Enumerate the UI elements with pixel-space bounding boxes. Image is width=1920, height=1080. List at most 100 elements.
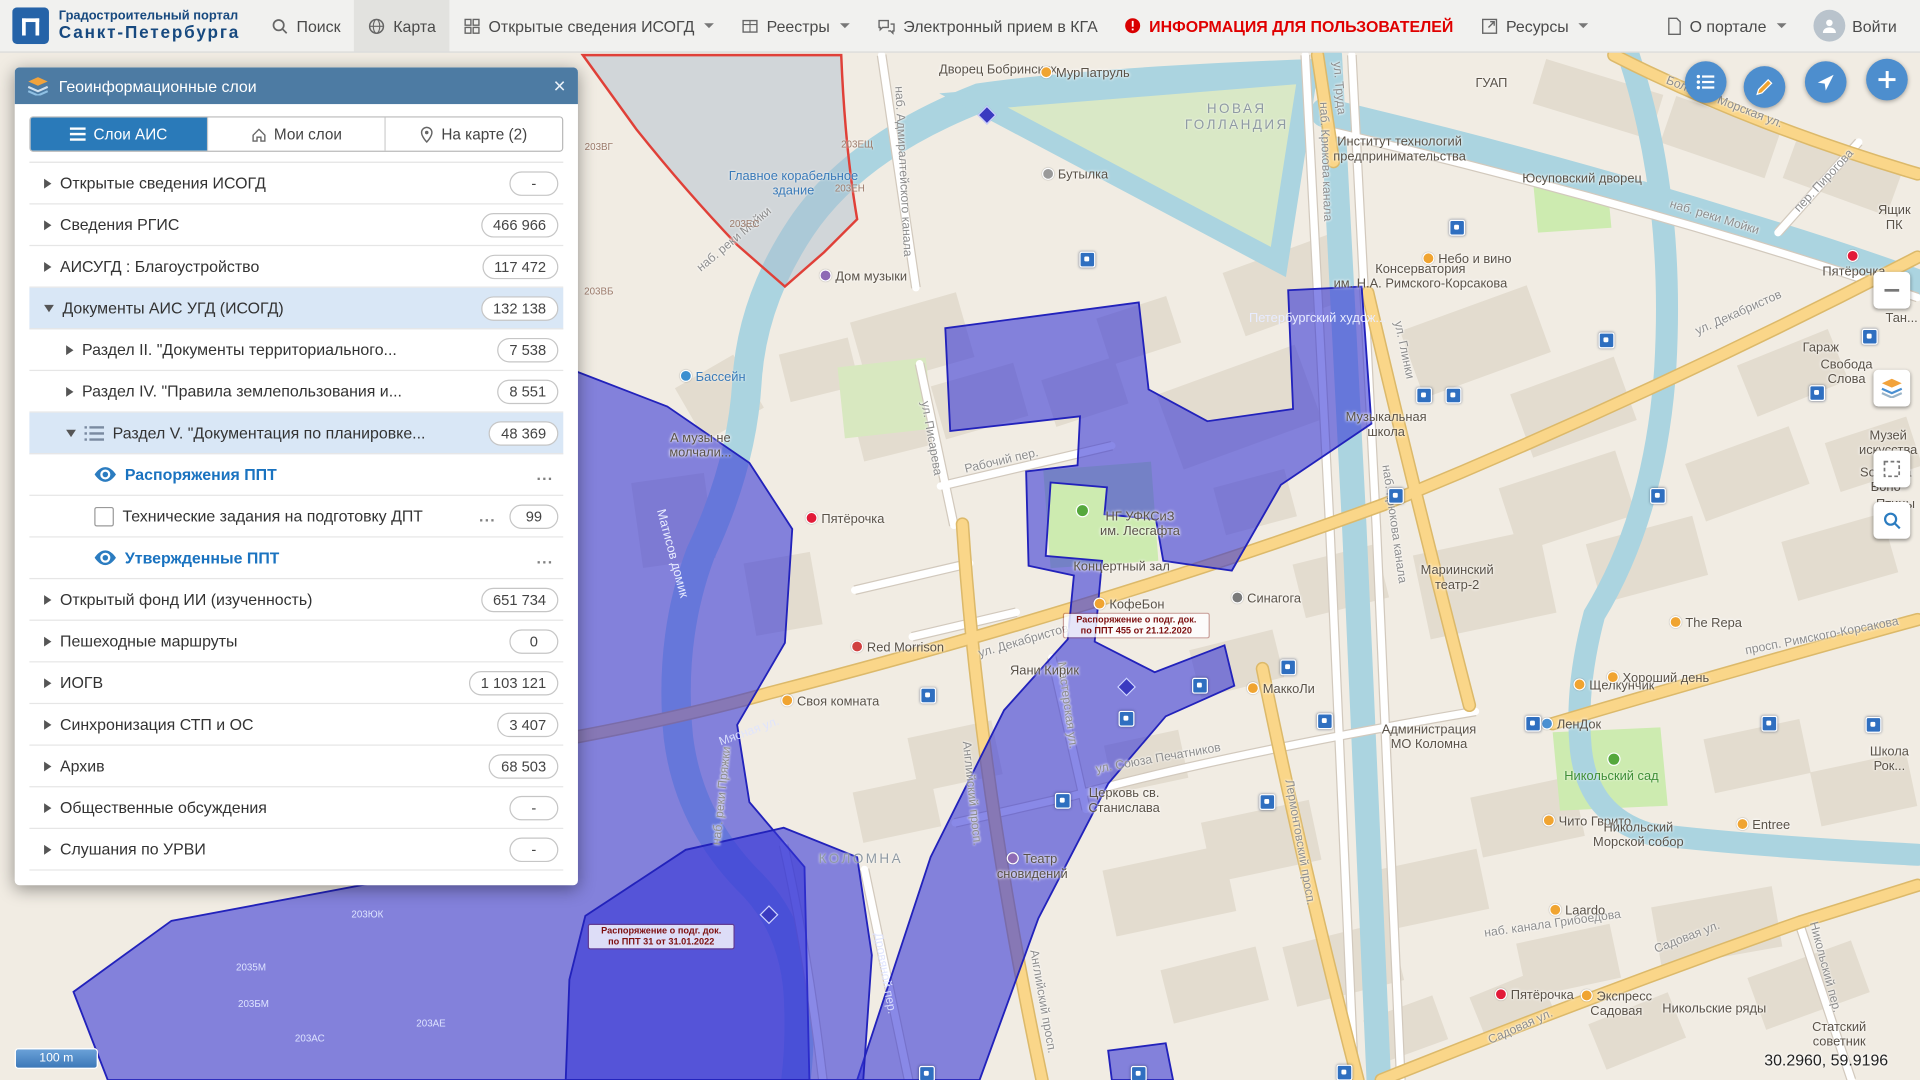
layer-row[interactable]: Общественные обсуждения- (29, 787, 563, 829)
layer-row[interactable]: Утвержденные ППТ... (29, 538, 563, 580)
nav-item-label: Поиск (296, 17, 340, 35)
layer-row[interactable]: Раздел II. "Документы территориального..… (29, 329, 563, 371)
expand-arrow-icon[interactable] (44, 844, 51, 854)
layer-count-badge: 117 472 (482, 254, 559, 278)
nav-item-resources[interactable]: Ресурсы (1467, 0, 1602, 51)
tab-ais-layers[interactable]: Слои АИС (31, 118, 209, 151)
expand-arrow-icon[interactable] (44, 678, 51, 688)
nav-item-search[interactable]: Поиск (257, 0, 354, 51)
layer-count-badge: - (509, 795, 558, 819)
nav-items: Поиск Карта Открытые сведения ИСОГД Реестры… (257, 0, 1601, 51)
alert-icon (1125, 17, 1142, 34)
locate-button[interactable] (1805, 61, 1847, 103)
layer-row[interactable]: Сведения РГИС466 966 (29, 204, 563, 246)
menu-icon (70, 127, 86, 140)
nav-item-userinfo[interactable]: ИНФОРМАЦИЯ ДЛЯ ПОЛЬЗОВАТЕЛЕЙ (1111, 0, 1467, 51)
add-button[interactable] (1866, 59, 1908, 101)
layer-row[interactable]: АИСУГД : Благоустройство 117 472 (29, 246, 563, 288)
layer-label: Архив (60, 757, 105, 775)
layer-label[interactable]: Утвержденные ППТ (125, 549, 280, 567)
layer-count-badge: 48 369 (489, 421, 558, 445)
doc-icon (1666, 17, 1682, 35)
layer-row[interactable]: Раздел IV. "Правила землепользования и..… (29, 371, 563, 413)
expand-arrow-icon[interactable] (44, 803, 51, 813)
layers-panel: Геоинформационные слои × Слои АИС Мои сл… (15, 67, 578, 885)
expand-arrow-icon[interactable] (44, 594, 51, 604)
layer-label: Документы АИС УГД (ИСОГД) (62, 299, 283, 317)
nav-item-registries[interactable]: Реестры (727, 0, 862, 51)
nav-item-label: Реестры (767, 17, 830, 35)
visibility-eye-icon[interactable] (94, 550, 116, 566)
nav-item-login[interactable]: Войти (1800, 0, 1911, 51)
layer-row[interactable]: Документы АИС УГД (ИСОГД)132 138 (29, 288, 563, 330)
expand-arrow-icon[interactable] (44, 261, 51, 271)
layer-row[interactable]: ИОГВ1 103 121 (29, 662, 563, 704)
expand-arrow-icon[interactable] (66, 345, 73, 355)
nav-item-label: Электронный прием в КГА (903, 17, 1097, 35)
search-icon (271, 17, 289, 35)
layer-row[interactable]: Слушания по УРВИ- (29, 829, 563, 871)
layer-row[interactable]: Раздел V. "Документация по планировке...… (29, 413, 563, 455)
layer-list-icon (84, 426, 104, 441)
layer-count-badge: 466 966 (481, 212, 559, 236)
layer-count-badge: 68 503 (489, 754, 558, 778)
nav-item-label: Войти (1852, 17, 1897, 35)
expand-arrow-icon[interactable] (66, 386, 73, 396)
map-cursor-coordinates: 30.2960, 59.9196 (1764, 1051, 1888, 1069)
nav-item-ereception[interactable]: Электронный прием в КГА (863, 0, 1111, 51)
zoom-out-button[interactable] (1873, 272, 1910, 309)
layer-label: Раздел IV. "Правила землепользования и..… (82, 382, 402, 400)
layer-rows: Открытые сведения ИСОГД-Сведения РГИС466… (29, 162, 563, 871)
layer-label: Раздел V. "Документация по планировке... (113, 424, 426, 442)
layer-label: Слушания по УРВИ (60, 840, 206, 858)
draw-button[interactable] (1744, 66, 1786, 108)
layer-label: АИСУГД : Благоустройство (60, 257, 259, 275)
ppt-zone-polygon[interactable] (1108, 1043, 1173, 1080)
tab-my-layers[interactable]: Мои слои (208, 118, 386, 151)
layer-label: Пешеходные маршруты (60, 632, 237, 650)
layer-row[interactable]: Распоряжения ППТ... (29, 454, 563, 496)
nav-item-label: ИНФОРМАЦИЯ ДЛЯ ПОЛЬЗОВАТЕЛЕЙ (1149, 17, 1453, 35)
layers-list-button[interactable] (1685, 61, 1727, 103)
tab-label: Мои слои (274, 126, 342, 143)
layer-row[interactable]: Открытый фонд ИИ (изученность)651 734 (29, 579, 563, 621)
layer-count-badge: 651 734 (481, 587, 559, 611)
chevron-down-icon (1776, 23, 1786, 28)
basemap-button[interactable] (1873, 370, 1910, 407)
select-area-button[interactable] (1873, 451, 1910, 488)
nav-item-about[interactable]: О портале (1653, 0, 1800, 51)
row-menu-button[interactable]: ... (532, 465, 559, 483)
expand-arrow-icon[interactable] (44, 761, 51, 771)
layer-row[interactable]: Открытые сведения ИСОГД- (29, 163, 563, 205)
layer-row[interactable]: Технические задания на подготовку ДПТ...… (29, 496, 563, 538)
layer-label: Раздел II. "Документы территориального..… (82, 340, 397, 358)
nav-item-label: Открытые сведения ИСОГД (489, 17, 695, 35)
map-search-button[interactable] (1873, 502, 1910, 539)
nav-item-map[interactable]: Карта (354, 0, 449, 51)
layers-panel-tabs: Слои АИС Мои слои На карте (2) (29, 116, 563, 152)
collapse-arrow-icon[interactable] (66, 429, 76, 436)
visibility-eye-icon[interactable] (94, 467, 116, 483)
tab-on-map[interactable]: На карте (2) (386, 118, 562, 151)
row-menu-button[interactable]: ... (532, 549, 559, 567)
grid-icon (463, 17, 481, 35)
layer-row[interactable]: Пешеходные маршруты0 (29, 621, 563, 663)
expand-arrow-icon[interactable] (44, 719, 51, 729)
layer-checkbox[interactable] (94, 506, 114, 526)
home-icon (251, 127, 267, 142)
expand-arrow-icon[interactable] (44, 636, 51, 646)
expand-arrow-icon[interactable] (44, 220, 51, 230)
expand-arrow-icon[interactable] (44, 178, 51, 188)
close-icon[interactable]: × (554, 75, 566, 96)
nav-item-isogd[interactable]: Открытые сведения ИСОГД (449, 0, 727, 51)
layer-label[interactable]: Распоряжения ППТ (125, 465, 277, 483)
layer-row[interactable]: Синхронизация СТП и ОС3 407 (29, 704, 563, 746)
globe-icon (368, 17, 386, 35)
layer-row[interactable]: Архив 68 503 (29, 746, 563, 788)
pin-icon (421, 126, 434, 143)
nav-right: О портале Войти (1653, 0, 1920, 51)
nav-item-label: О портале (1690, 17, 1767, 35)
portal-logo[interactable]: Градостроительный портал Санкт-Петербург… (12, 7, 240, 44)
row-menu-button[interactable]: ... (474, 507, 501, 525)
collapse-arrow-icon[interactable] (44, 304, 54, 311)
